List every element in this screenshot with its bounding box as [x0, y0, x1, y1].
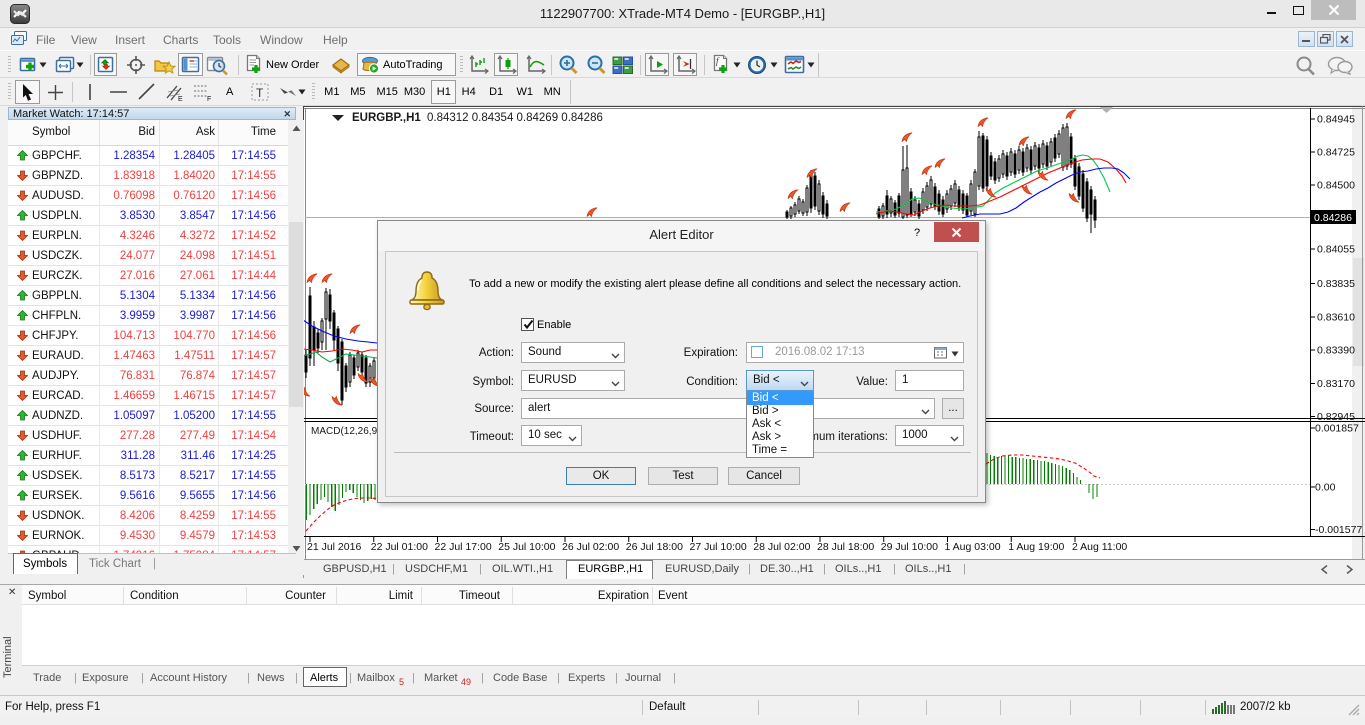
svg-text:1 Aug 19:00: 1 Aug 19:00: [1008, 541, 1064, 553]
svg-text:0.84055: 0.84055: [1317, 244, 1355, 256]
svg-text:F: F: [207, 96, 211, 102]
svg-text:-0.001577: -0.001577: [1315, 524, 1362, 536]
svg-text:22 Jul 17:00: 22 Jul 17:00: [435, 541, 492, 553]
svg-text:28 Jul 18:00: 28 Jul 18:00: [817, 541, 874, 553]
svg-text:0.83610: 0.83610: [1317, 312, 1355, 324]
svg-text:26 Jul 02:00: 26 Jul 02:00: [562, 541, 619, 553]
svg-text:0.84500: 0.84500: [1317, 180, 1355, 192]
svg-text:29 Jul 10:00: 29 Jul 10:00: [881, 541, 938, 553]
svg-text:0.82945: 0.82945: [1317, 411, 1355, 423]
svg-text:0.83390: 0.83390: [1317, 345, 1355, 357]
svg-text:0.84725: 0.84725: [1317, 147, 1355, 159]
svg-text:0.84312 0.84354 0.84269 0.8428: 0.84312 0.84354 0.84269 0.84286: [427, 112, 603, 124]
svg-text:0.84945: 0.84945: [1317, 114, 1355, 126]
svg-text:EURGBP.,H1: EURGBP.,H1: [352, 112, 421, 124]
svg-text:0.83170: 0.83170: [1317, 378, 1355, 390]
svg-text:25 Jul 10:00: 25 Jul 10:00: [498, 541, 555, 553]
svg-text:0.83835: 0.83835: [1317, 278, 1355, 290]
svg-text:27 Jul 10:00: 27 Jul 10:00: [690, 541, 747, 553]
svg-text:22 Jul 01:00: 22 Jul 01:00: [371, 541, 428, 553]
svg-text:0.00: 0.00: [1315, 482, 1336, 494]
svg-text:21 Jul 2016: 21 Jul 2016: [307, 541, 361, 553]
svg-text:28 Jul 02:00: 28 Jul 02:00: [753, 541, 810, 553]
svg-text:26 Jul 18:00: 26 Jul 18:00: [626, 541, 683, 553]
svg-text:2 Aug 11:00: 2 Aug 11:00: [1072, 541, 1127, 553]
svg-text:1 Aug 03:00: 1 Aug 03:00: [945, 541, 1001, 553]
svg-text:0.84286: 0.84286: [1314, 212, 1352, 224]
svg-text:E: E: [178, 96, 183, 102]
svg-text:MACD(12,26,9): MACD(12,26,9): [311, 426, 380, 437]
svg-text:0.001857: 0.001857: [1315, 423, 1359, 435]
svg-text:T: T: [256, 86, 264, 100]
